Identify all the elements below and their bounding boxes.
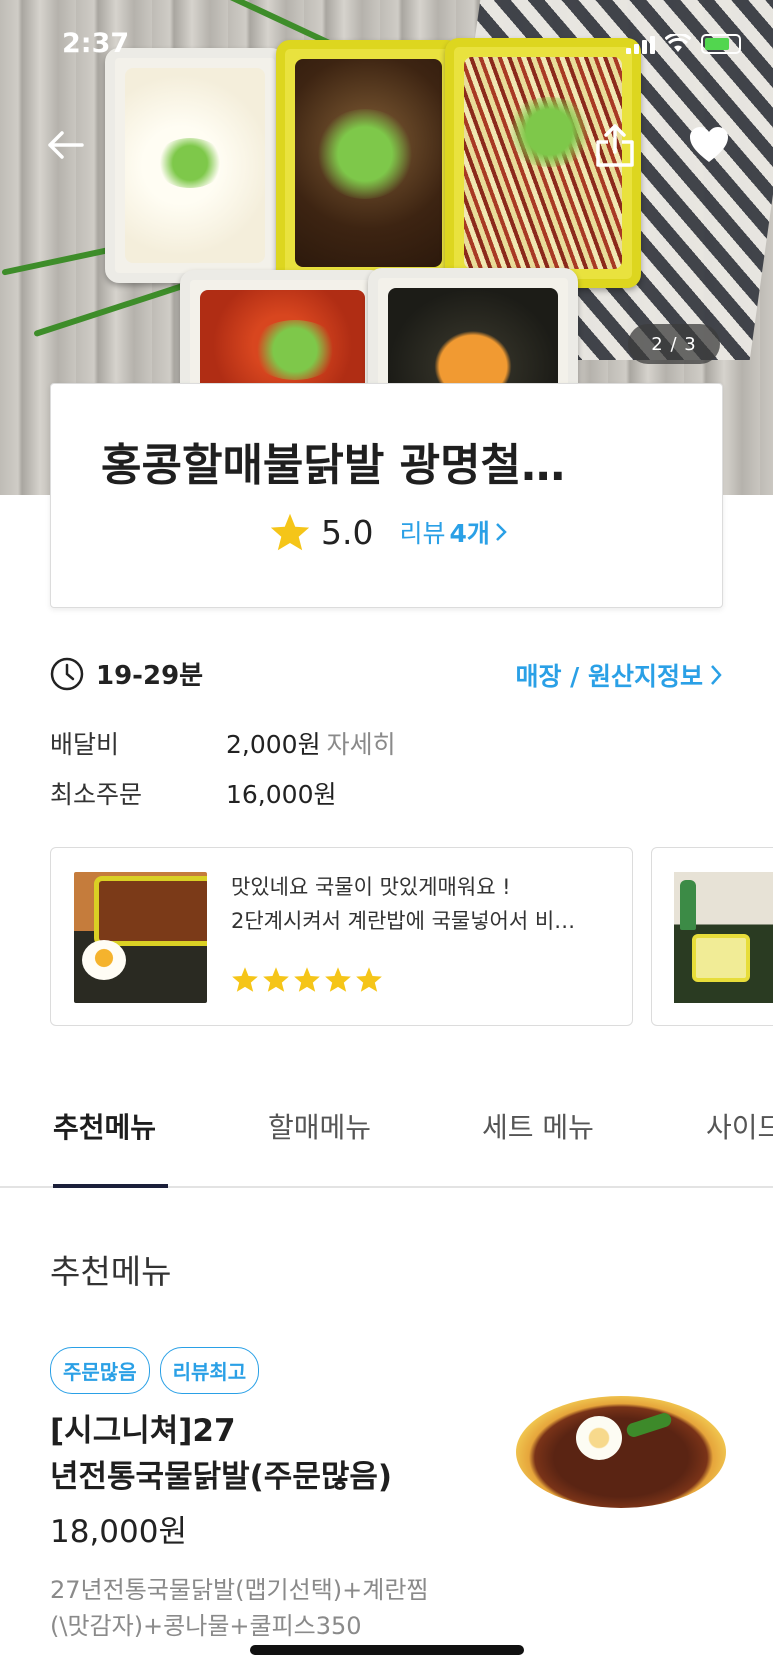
status-icons bbox=[626, 34, 741, 54]
star-icon bbox=[356, 967, 382, 992]
delivery-fee-detail-link[interactable]: 자세히 bbox=[327, 730, 396, 759]
delivery-time-row: 19-29분 bbox=[50, 655, 203, 692]
review-stars bbox=[231, 966, 383, 993]
delivery-time: 19-29분 bbox=[96, 661, 204, 691]
battery-icon bbox=[701, 34, 741, 54]
review-card[interactable] bbox=[651, 847, 773, 1026]
review-link-label: 리뷰 bbox=[399, 519, 446, 548]
tab-halmae-menu[interactable]: 할매메뉴 bbox=[268, 1106, 371, 1146]
star-icon bbox=[232, 967, 258, 992]
back-button[interactable] bbox=[40, 120, 90, 170]
tray-jjajang bbox=[276, 40, 461, 286]
share-icon bbox=[596, 124, 634, 167]
tray-rice bbox=[105, 48, 285, 283]
active-tab-indicator bbox=[53, 1184, 168, 1188]
menu-item-price: 18,000원 bbox=[50, 1514, 187, 1550]
rating-value: 5.0 bbox=[321, 512, 374, 552]
menu-tabs: 추천메뉴 할매메뉴 세트 메뉴 사이드 bbox=[0, 1100, 773, 1188]
heart-icon bbox=[690, 127, 728, 162]
min-order-label: 최소주문 bbox=[50, 780, 143, 809]
star-icon bbox=[294, 967, 320, 992]
badge-popular: 주문많음 bbox=[50, 1347, 150, 1394]
review-text-line: 맛있네요 국물이 맛있게매워요 ! bbox=[231, 875, 511, 899]
hero-scallion bbox=[33, 278, 197, 338]
menu-badges: 주문많음 리뷰최고 bbox=[50, 1347, 260, 1394]
review-text-line: 2단계시켜서 계란밥에 국물넣어서 비… bbox=[231, 909, 576, 933]
origin-info-label: 매장 / 원산지정보 bbox=[515, 662, 703, 691]
review-text: 맛있네요 국물이 맛있게매워요 ! 2단계시켜서 계란밥에 국물넣어서 비… bbox=[231, 870, 611, 938]
menu-item-description-line: (\맛감자)+콩나물+쿨피스350 bbox=[50, 1612, 362, 1640]
store-name: 홍콩할매불닭발 광명철… bbox=[101, 440, 566, 491]
wifi-icon bbox=[665, 34, 691, 52]
menu-item-image[interactable] bbox=[516, 1396, 726, 1508]
menu-item-description-line: 27년전통국물닭발(맵기선택)+계란찜 bbox=[50, 1576, 429, 1604]
menu-item-name[interactable]: [시그니쳐]27 년전통국물닭발(주문많음) bbox=[50, 1408, 470, 1500]
star-icon bbox=[325, 967, 351, 992]
delivery-fee-label: 배달비 bbox=[50, 730, 120, 759]
review-card[interactable]: 맛있네요 국물이 맛있게매워요 ! 2단계시켜서 계란밥에 국물넣어서 비… bbox=[50, 847, 633, 1026]
clock-icon bbox=[50, 657, 84, 690]
star-icon bbox=[263, 967, 289, 992]
arrow-left-icon bbox=[48, 131, 84, 159]
tab-recommended[interactable]: 추천메뉴 bbox=[53, 1106, 156, 1146]
badge-best-review: 리뷰최고 bbox=[159, 1347, 260, 1394]
status-time: 2:37 bbox=[62, 28, 130, 59]
review-count: 4개 bbox=[449, 519, 490, 548]
chevron-right-icon bbox=[496, 523, 507, 541]
store-title-card: 홍콩할매불닭발 광명철… 5.0 리뷰 4개 bbox=[50, 383, 723, 608]
share-button[interactable] bbox=[590, 120, 640, 170]
chevron-right-icon bbox=[711, 665, 722, 685]
star-icon bbox=[270, 513, 310, 551]
image-counter: 2 / 3 bbox=[628, 324, 720, 364]
origin-info-link[interactable]: 매장 / 원산지정보 bbox=[515, 657, 723, 693]
menu-item-description: 27년전통국물닭발(맵기선택)+계란찜 (\맛감자)+콩나물+쿨피스350 bbox=[50, 1572, 490, 1644]
favorite-button[interactable] bbox=[684, 120, 734, 170]
review-photo bbox=[74, 872, 207, 1003]
review-link[interactable]: 리뷰 4개 bbox=[399, 514, 507, 550]
review-photo bbox=[674, 872, 773, 1003]
min-order-value: 16,000원 bbox=[226, 780, 337, 809]
signal-icon bbox=[626, 36, 655, 54]
tab-side[interactable]: 사이드 bbox=[706, 1106, 773, 1146]
delivery-fee-row: 2,000원 자세히 bbox=[226, 725, 396, 761]
delivery-fee-value: 2,000원 bbox=[226, 730, 321, 759]
tab-set-menu[interactable]: 세트 메뉴 bbox=[482, 1106, 594, 1146]
rating-row: 5.0 리뷰 4개 bbox=[269, 512, 508, 552]
menu-item-name-line: 년전통국물닭발(주문많음) bbox=[50, 1459, 393, 1495]
section-title: 추천메뉴 bbox=[50, 1252, 172, 1291]
home-indicator[interactable] bbox=[250, 1645, 524, 1655]
menu-item-name-line: [시그니쳐]27 bbox=[50, 1413, 236, 1449]
